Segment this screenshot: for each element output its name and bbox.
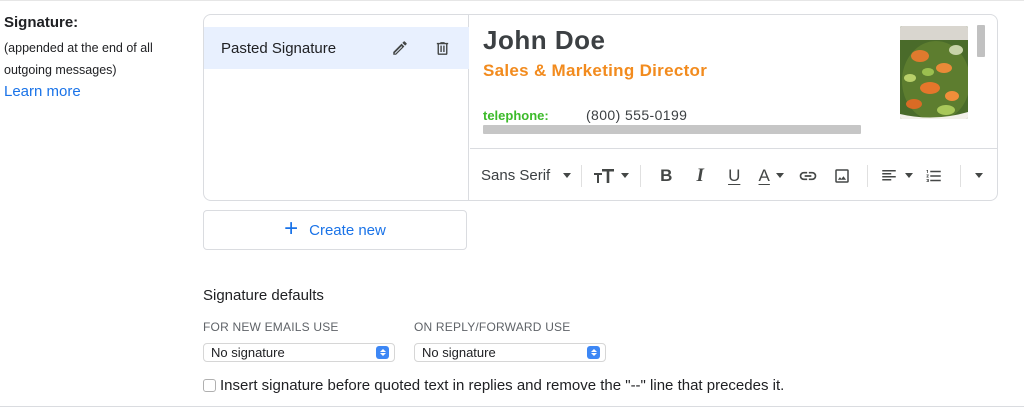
chevron-down-icon — [621, 173, 630, 178]
new-emails-selected-value: No signature — [211, 345, 285, 360]
signature-preview[interactable]: John Doe Sales & Marketing Director tele… — [470, 15, 997, 148]
underline-button[interactable]: U — [717, 161, 751, 191]
plus-icon: + — [284, 215, 299, 242]
image-icon — [835, 168, 849, 183]
signature-heading: Signature: — [4, 14, 79, 31]
text-color-icon: A — [758, 165, 770, 185]
italic-button[interactable]: I — [683, 161, 717, 191]
italic-icon: I — [696, 164, 704, 186]
insert-image-button[interactable] — [825, 161, 859, 191]
numbered-list-button[interactable] — [916, 161, 952, 191]
preview-horizontal-scrollbar[interactable] — [483, 125, 861, 134]
underline-icon: U — [728, 165, 741, 185]
select-arrows-icon — [376, 346, 389, 359]
insert-before-quoted-checkbox[interactable] — [203, 379, 216, 392]
learn-more-link[interactable]: Learn more — [4, 83, 81, 100]
signature-list-item[interactable]: Pasted Signature — [204, 27, 469, 69]
chevron-down-icon — [563, 173, 572, 178]
text-color-button[interactable]: A — [751, 161, 791, 191]
preview-phone-label: telephone: — [483, 108, 549, 123]
toolbar-divider — [640, 164, 642, 187]
create-new-label: Create new — [309, 221, 386, 239]
formatting-toolbar: Sans Serif B I U A — [470, 148, 997, 200]
font-size-icon — [594, 168, 615, 183]
preview-name: John Doe — [483, 25, 606, 55]
more-icon — [975, 173, 984, 178]
reply-forward-signature-select[interactable]: No signature — [414, 343, 606, 362]
preview-role: Sales & Marketing Director — [483, 61, 708, 80]
new-emails-label: FOR NEW EMAILS USE — [203, 320, 339, 334]
new-emails-signature-select[interactable]: No signature — [203, 343, 395, 362]
signature-editor: Pasted Signature John Doe Sales & Market… — [203, 14, 998, 201]
signature-name: Pasted Signature — [221, 39, 337, 57]
reply-forward-label: ON REPLY/FORWARD USE — [414, 320, 571, 334]
numbered-list-icon — [926, 169, 941, 182]
toolbar-divider — [867, 164, 869, 187]
signature-description-line-1: (appended at the end of all — [4, 41, 153, 55]
create-new-button[interactable]: + Create new — [203, 210, 467, 250]
bold-icon: B — [660, 165, 673, 185]
preview-vertical-scroll-thumb[interactable] — [977, 25, 985, 57]
signature-photo — [900, 26, 968, 119]
signature-defaults-title: Signature defaults — [203, 287, 324, 304]
link-icon — [799, 171, 817, 180]
select-arrows-icon — [587, 346, 600, 359]
toolbar-divider — [960, 164, 962, 187]
align-button[interactable] — [876, 161, 916, 191]
font-family-select[interactable]: Sans Serif — [481, 167, 572, 184]
reply-forward-selected-value: No signature — [422, 345, 496, 360]
signature-description-line-2: outgoing messages) — [4, 63, 117, 77]
signature-list: Pasted Signature — [204, 15, 469, 200]
delete-signature-trash-icon[interactable] — [432, 38, 452, 58]
font-family-label: Sans Serif — [481, 167, 551, 184]
chevron-down-icon — [905, 173, 914, 178]
chevron-down-icon — [775, 173, 784, 178]
bottom-divider — [0, 406, 1024, 407]
insert-before-quoted-label[interactable]: Insert signature before quoted text in r… — [220, 377, 784, 394]
insert-before-quoted-row: Insert signature before quoted text in r… — [203, 377, 784, 394]
preview-phone-value: (800) 555-0199 — [586, 107, 688, 123]
insert-link-button[interactable] — [791, 161, 825, 191]
font-size-button[interactable] — [590, 161, 632, 191]
signature-description: (appended at the end of all outgoing mes… — [4, 37, 194, 81]
bold-button[interactable]: B — [649, 161, 683, 191]
more-formatting-button[interactable] — [969, 161, 989, 191]
edit-signature-pencil-icon[interactable] — [390, 38, 410, 58]
signature-label-column: Signature: (appended at the end of all o… — [4, 14, 194, 101]
toolbar-divider — [581, 164, 583, 187]
align-icon — [882, 169, 896, 180]
preview-vertical-scrollbar[interactable] — [976, 25, 986, 119]
top-divider — [0, 0, 1024, 1]
